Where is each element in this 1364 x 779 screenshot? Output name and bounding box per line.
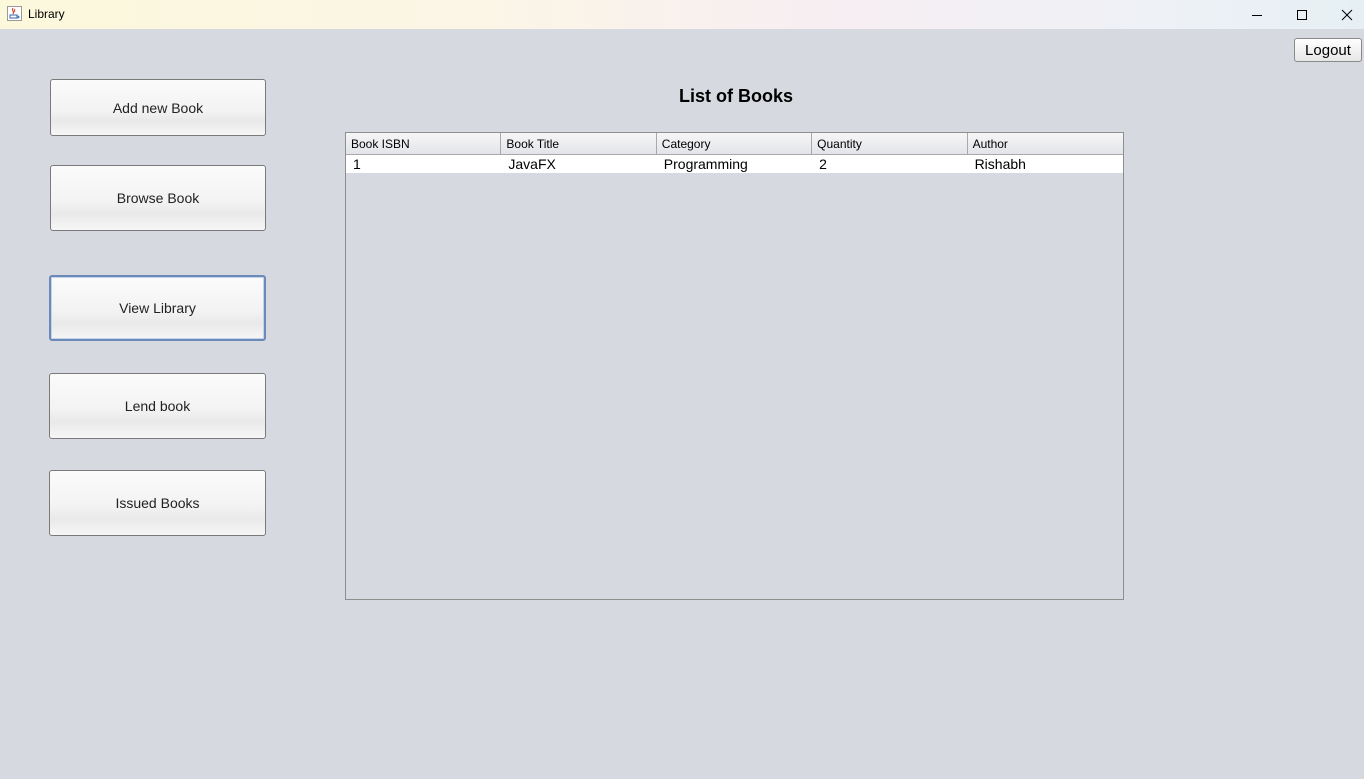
- window-title: Library: [28, 7, 65, 21]
- cell-author: Rishabh: [974, 156, 1026, 172]
- maximize-icon: [1296, 9, 1307, 20]
- column-header-title[interactable]: Book Title: [501, 133, 657, 155]
- close-icon: [1341, 9, 1352, 20]
- lend-book-button[interactable]: Lend book: [49, 373, 266, 439]
- logout-button[interactable]: Logout: [1294, 38, 1362, 62]
- cell-title: JavaFX: [508, 156, 556, 172]
- column-header-quantity[interactable]: Quantity: [812, 133, 968, 155]
- cell-quantity: 2: [819, 156, 827, 172]
- close-button[interactable]: [1324, 0, 1364, 29]
- table-row[interactable]: 1 JavaFX Programming 2 Rishabh: [346, 155, 1123, 173]
- issued-books-button[interactable]: Issued Books: [49, 470, 266, 536]
- page-title: List of Books: [678, 86, 793, 106]
- column-header-isbn[interactable]: Book ISBN: [346, 133, 502, 155]
- cell-isbn: 1: [353, 156, 361, 172]
- books-table[interactable]: Book ISBN Book Title Category Quantity A…: [345, 132, 1124, 600]
- column-header-category[interactable]: Category: [657, 133, 813, 155]
- column-header-author[interactable]: Author: [968, 133, 1123, 155]
- maximize-button[interactable]: [1279, 0, 1324, 29]
- java-cup-icon: [7, 6, 22, 21]
- view-library-button[interactable]: View Library: [49, 275, 266, 341]
- browse-book-button[interactable]: Browse Book: [50, 165, 266, 231]
- minimize-icon: [1251, 14, 1262, 16]
- cell-category: Programming: [663, 156, 748, 172]
- table-header: Book ISBN Book Title Category Quantity A…: [346, 133, 1123, 155]
- add-new-book-button[interactable]: Add new Book: [50, 79, 266, 136]
- minimize-button[interactable]: [1234, 0, 1279, 29]
- title-bar: Library: [0, 0, 1364, 29]
